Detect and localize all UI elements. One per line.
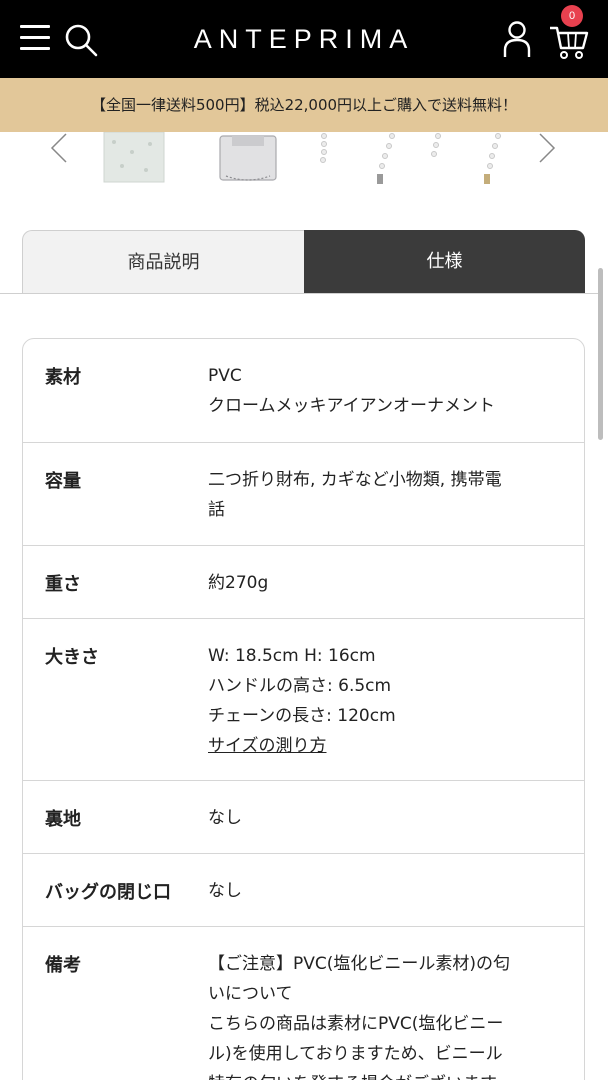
spec-value: 【ご注意】PVC(塩化ビニール素材)の匂 いについて こちらの商品は素材にPVC… [208,949,558,1080]
product-info-tabs: 商品説明 仕様 [22,230,585,294]
spec-label: 重さ [45,574,81,595]
site-header: ANTEPRIMA 0 [0,0,608,78]
cart-count-badge: 0 [561,5,583,27]
spec-value-line: チェーンの長さ: 120cm [208,706,396,726]
menu-icon[interactable] [20,24,50,52]
spec-value: W: 18.5cm H: 16cm ハンドルの高さ: 6.5cm チェーンの長さ… [208,641,558,761]
chevron-left-icon[interactable] [44,132,74,164]
thumbnail-silver-clutch-bag[interactable] [218,132,278,186]
thumbnail-pearl-chain[interactable] [478,132,506,190]
tab-product-description[interactable]: 商品説明 [22,230,304,294]
thumbnail-pearl-chain[interactable] [426,132,446,172]
user-icon[interactable] [502,20,532,58]
spec-value-line: なし [208,881,242,901]
tabs-divider [0,293,600,294]
spec-value-line: こちらの商品は素材にPVC(塩化ビニー [208,1014,504,1034]
brand-logo[interactable]: ANTEPRIMA [150,22,458,56]
spec-value: 約270g [208,568,558,598]
thumbnail-pearl-chain[interactable] [372,132,398,188]
spec-row-material: 素材 PVC クロームメッキアイアンオーナメント [23,339,584,443]
tab-specifications[interactable]: 仕様 [304,230,585,294]
spec-label: 裏地 [45,809,81,830]
spec-label: 備考 [45,955,81,976]
spec-value-line: いについて [208,984,293,1004]
search-icon[interactable] [64,23,98,57]
spec-value: なし [208,876,558,906]
spec-row-capacity: 容量 二つ折り財布, カギなど小物類, 携帯電 話 [23,443,584,546]
chevron-right-icon[interactable] [532,132,562,164]
thumbnail-pearl-chain[interactable] [316,132,332,172]
spec-value-line: 約270g [208,573,269,593]
page-scrollbar[interactable] [598,268,603,440]
spec-value-line: クロームメッキアイアンオーナメント [208,396,495,416]
spec-label: 大きさ [45,647,99,668]
spec-value-line: PVC [208,366,242,386]
spec-value: 二つ折り財布, カギなど小物類, 携帯電 話 [208,465,558,525]
spec-value-line: 話 [208,500,225,520]
spec-row-notes: 備考 【ご注意】PVC(塩化ビニール素材)の匂 いについて こちらの商品は素材に… [23,927,584,1080]
spec-value-line: 二つ折り財布, カギなど小物類, 携帯電 [208,470,502,490]
product-thumbnail-carousel [0,132,608,190]
spec-label: バッグの閉じ口 [45,882,171,903]
spec-value: なし [208,803,558,833]
spec-label: 素材 [45,367,81,388]
spec-row-weight: 重さ 約270g [23,546,584,619]
spec-value: PVC クロームメッキアイアンオーナメント [208,361,558,421]
spec-value-line: ル)を使用しておりますため、ビニール [208,1044,503,1064]
spec-row-lining: 裏地 なし [23,781,584,854]
spec-label: 容量 [45,471,81,492]
spec-value-line: W: 18.5cm H: 16cm [208,646,376,666]
specifications-table: 素材 PVC クロームメッキアイアンオーナメント 容量 二つ折り財布, カギなど… [22,338,585,1080]
thumbnail-clear-beaded-bag[interactable] [102,132,166,186]
spec-value-line: 【ご注意】PVC(塩化ビニール素材)の匂 [208,954,511,974]
size-guide-link[interactable]: サイズの測り方 [208,736,327,756]
spec-row-closure: バッグの閉じ口 なし [23,854,584,927]
spec-value-line: ハンドルの高さ: 6.5cm [208,676,392,696]
shipping-promo-banner[interactable]: 【全国一律送料500円】税込22,000円以上ご購入で送料無料！ [0,78,608,132]
spec-row-size: 大きさ W: 18.5cm H: 16cm ハンドルの高さ: 6.5cm チェー… [23,619,584,781]
spec-value-line: なし [208,808,242,828]
spec-value-line: 特有の匂いを発する場合がございます [208,1069,558,1080]
